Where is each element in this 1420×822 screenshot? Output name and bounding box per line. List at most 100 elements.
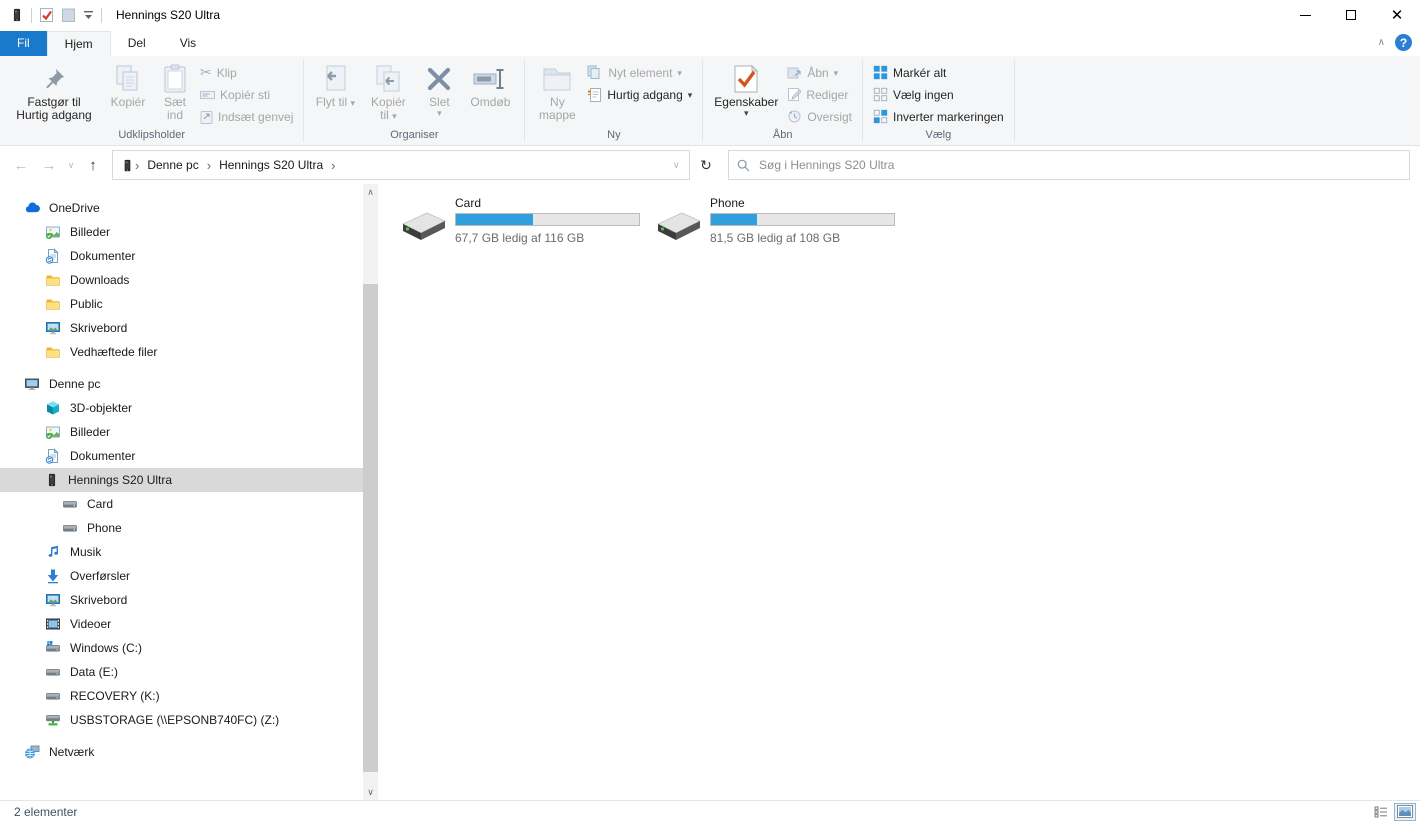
sidebar-item-onedrive[interactable]: OneDrive bbox=[0, 196, 363, 220]
paste-button[interactable]: Sæt ind bbox=[154, 58, 196, 122]
invert-selection-button[interactable]: Inverter markeringen bbox=[873, 109, 1004, 124]
address-bar[interactable]: › Denne pc › Hennings S20 Ultra › ∨ bbox=[112, 150, 690, 180]
drive-icon bbox=[45, 688, 61, 704]
sidebar-item-dokumenter-onedrive[interactable]: Dokumenter bbox=[0, 244, 363, 268]
select-none-button[interactable]: Vælg ingen bbox=[873, 87, 1004, 102]
sidebar-item-data-e[interactable]: Data (E:) bbox=[0, 660, 363, 684]
sidebar-item-recovery-k[interactable]: RECOVERY (K:) bbox=[0, 684, 363, 708]
sidebar-item-3d-objekter[interactable]: 3D-objekter bbox=[0, 396, 363, 420]
tab-hjem[interactable]: Hjem bbox=[47, 31, 111, 56]
pin-icon bbox=[41, 62, 67, 96]
sidebar-item-downloads[interactable]: Downloads bbox=[0, 268, 363, 292]
documents-icon bbox=[45, 248, 61, 264]
collapse-ribbon-icon[interactable]: ∧ bbox=[1378, 37, 1385, 48]
sidebar-item-billeder[interactable]: Billeder bbox=[0, 420, 363, 444]
navigation-pane: OneDrive Billeder Dokumenter Downloads P… bbox=[0, 184, 363, 800]
sidebar-item-videoer[interactable]: Videoer bbox=[0, 612, 363, 636]
desktop-icon bbox=[45, 592, 61, 608]
phone-device-icon bbox=[10, 7, 24, 23]
address-dropdown-icon[interactable]: ∨ bbox=[668, 160, 685, 171]
sidebar-item-netvaerk[interactable]: Netværk bbox=[0, 740, 363, 764]
chevron-down-icon: ▾ bbox=[834, 69, 839, 77]
sidebar-item-skrivebord-onedrive[interactable]: Skrivebord bbox=[0, 316, 363, 340]
phone-device-icon bbox=[45, 472, 59, 488]
recent-locations-button[interactable]: ∨ bbox=[64, 152, 78, 178]
history-button[interactable]: Oversigt bbox=[787, 109, 852, 124]
breadcrumb-denne-pc[interactable]: Denne pc bbox=[140, 158, 205, 172]
select-all-button[interactable]: Markér alt bbox=[873, 65, 1004, 80]
properties-quick-icon[interactable] bbox=[39, 7, 54, 23]
sidebar-item-hennings-s20-ultra[interactable]: Hennings S20 Ultra bbox=[0, 468, 363, 492]
copy-path-icon bbox=[200, 89, 215, 101]
easy-access-button[interactable]: Hurtig adgang ▾ bbox=[587, 87, 692, 102]
sidebar-item-label: Data (E:) bbox=[70, 665, 118, 679]
up-button[interactable]: ↑ bbox=[80, 152, 106, 178]
sidebar-item-vedhaeftede-filer[interactable]: Vedhæftede filer bbox=[0, 340, 363, 364]
drive-tile-card[interactable]: Card 67,7 GB ledig af 116 GB bbox=[400, 196, 639, 245]
sidebar-item-dokumenter[interactable]: Dokumenter bbox=[0, 444, 363, 468]
window-title: Hennings S20 Ultra bbox=[116, 8, 220, 22]
new-folder-quick-icon[interactable] bbox=[61, 7, 76, 23]
help-icon[interactable]: ? bbox=[1395, 34, 1412, 51]
new-folder-icon bbox=[542, 62, 572, 96]
free-space-text: 67,7 GB ledig af 116 GB bbox=[455, 231, 640, 245]
sidebar-item-public[interactable]: Public bbox=[0, 292, 363, 316]
tab-fil[interactable]: Fil bbox=[0, 31, 47, 56]
maximize-button[interactable] bbox=[1328, 0, 1374, 30]
drive-3d-icon bbox=[400, 209, 446, 243]
sidebar-item-phone[interactable]: Phone bbox=[0, 516, 363, 540]
sidebar-item-skrivebord[interactable]: Skrivebord bbox=[0, 588, 363, 612]
sidebar-item-usbstorage-z[interactable]: USBSTORAGE (\\EPSONB740FC) (Z:) bbox=[0, 708, 363, 732]
copy-to-button[interactable]: Kopiér til ▾ bbox=[360, 58, 416, 122]
sidebar-scrollbar[interactable]: ∧ ∨ bbox=[363, 184, 378, 800]
file-list-area[interactable]: Card 67,7 GB ledig af 116 GB Phone 81,5 … bbox=[378, 184, 1420, 800]
customize-toolbar-dropdown-icon[interactable] bbox=[83, 9, 94, 21]
move-to-button[interactable]: Flyt til ▾ bbox=[310, 58, 360, 109]
sidebar-item-windows-c[interactable]: Windows (C:) bbox=[0, 636, 363, 660]
delete-button[interactable]: Slet ▾ bbox=[416, 58, 462, 117]
drive-tile-phone[interactable]: Phone 81,5 GB ledig af 108 GB bbox=[655, 196, 894, 245]
open-button[interactable]: Åbn ▾ bbox=[787, 65, 852, 80]
sidebar-item-label: 3D-objekter bbox=[70, 401, 132, 415]
sidebar-item-card[interactable]: Card bbox=[0, 492, 363, 516]
scrollbar-thumb[interactable] bbox=[363, 284, 378, 772]
scroll-down-icon[interactable]: ∨ bbox=[363, 784, 378, 800]
rename-button[interactable]: Omdøb bbox=[462, 58, 518, 109]
sidebar-item-label: RECOVERY (K:) bbox=[70, 689, 160, 703]
copy-button[interactable]: Kopiér bbox=[102, 58, 154, 109]
sidebar-item-overfoersler[interactable]: Overførsler bbox=[0, 564, 363, 588]
new-small-buttons: Nyt element ▾ Hurtig adgang ▾ bbox=[583, 58, 696, 102]
copy-icon bbox=[114, 62, 142, 96]
refresh-button[interactable]: ↻ bbox=[692, 152, 720, 178]
ribbon-group-organize: Flyt til ▾ Kopiér til ▾ Slet ▾ bbox=[304, 56, 524, 145]
cut-button[interactable]: ✂ Klip bbox=[200, 65, 293, 80]
group-label-organize: Organiser bbox=[304, 129, 524, 145]
thumbnails-view-button[interactable] bbox=[1394, 803, 1416, 821]
edit-button[interactable]: Rediger bbox=[787, 87, 852, 102]
new-folder-button[interactable]: Ny mappe bbox=[531, 58, 583, 122]
group-label-new: Ny bbox=[525, 129, 702, 145]
scroll-up-icon[interactable]: ∧ bbox=[363, 184, 378, 200]
search-input[interactable] bbox=[759, 158, 1401, 172]
tab-del[interactable]: Del bbox=[111, 31, 163, 56]
details-view-button[interactable] bbox=[1370, 803, 1392, 821]
close-button[interactable]: ✕ bbox=[1374, 0, 1420, 30]
sidebar-item-musik[interactable]: Musik bbox=[0, 540, 363, 564]
breadcrumb-device[interactable]: Hennings S20 Ultra bbox=[212, 158, 330, 172]
group-separator bbox=[1014, 59, 1015, 142]
paste-shortcut-button[interactable]: Indsæt genvej bbox=[200, 109, 293, 124]
new-item-button[interactable]: Nyt element ▾ bbox=[587, 65, 692, 80]
sidebar-item-billeder-onedrive[interactable]: Billeder bbox=[0, 220, 363, 244]
properties-button[interactable]: Egenskaber ▾ bbox=[709, 58, 783, 117]
tab-vis[interactable]: Vis bbox=[163, 31, 213, 56]
sidebar-item-denne-pc[interactable]: Denne pc bbox=[0, 372, 363, 396]
capacity-bar-fill bbox=[711, 214, 757, 225]
forward-button[interactable]: → bbox=[36, 152, 62, 178]
search-box[interactable] bbox=[728, 150, 1410, 180]
pin-to-quick-access-button[interactable]: Fastgør til Hurtig adgang bbox=[6, 58, 102, 122]
scissors-icon: ✂ bbox=[200, 64, 212, 81]
minimize-button[interactable] bbox=[1282, 0, 1328, 30]
copy-path-button[interactable]: Kopiér sti bbox=[200, 87, 293, 102]
sidebar-item-label: Skrivebord bbox=[70, 593, 127, 607]
back-button[interactable]: ← bbox=[8, 152, 34, 178]
